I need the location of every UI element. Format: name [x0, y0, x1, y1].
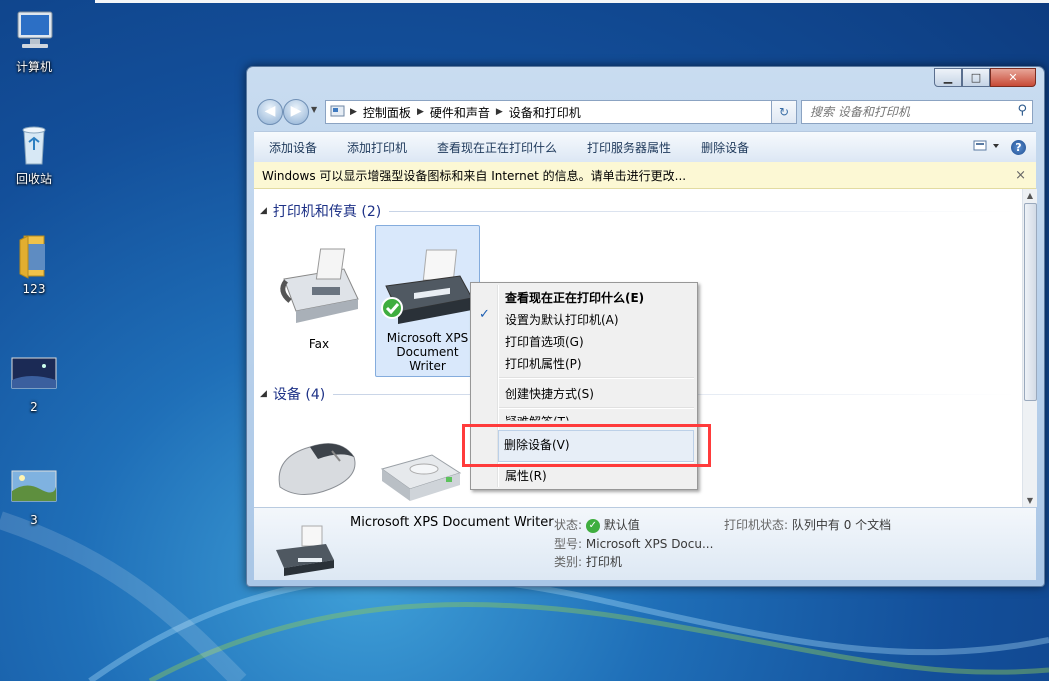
scroll-thumb[interactable]: [1024, 203, 1037, 401]
device-mouse[interactable]: [270, 417, 370, 507]
print-server-properties-button[interactable]: 打印服务器属性: [572, 139, 686, 156]
see-whats-printing-button[interactable]: 查看现在正在打印什么: [422, 139, 572, 156]
breadcrumb-separator-icon[interactable]: ▶: [350, 107, 357, 117]
address-bar[interactable]: ▶ 控制面板 ▶ 硬件和声音 ▶ 设备和打印机 ▼: [325, 100, 789, 124]
menu-item-set-default-printer[interactable]: 设置为默认打印机(A): [505, 311, 619, 328]
desktop-icon-recycle-bin[interactable]: 回收站: [0, 120, 68, 187]
status-value: 默认值: [603, 518, 640, 532]
fax-icon: [280, 248, 359, 323]
control-panel-icon: [326, 104, 350, 121]
desktop-icon-image-2[interactable]: 2: [0, 350, 68, 414]
menu-item-properties[interactable]: 属性(R): [505, 467, 547, 484]
printer-icon: [380, 249, 473, 324]
recycle-bin-icon: [10, 120, 58, 168]
device-label-line: Microsoft XPS: [386, 331, 469, 345]
back-button[interactable]: ◀: [257, 99, 283, 125]
details-device-name: Microsoft XPS Document Writer: [350, 515, 554, 530]
scroll-down-icon[interactable]: ▼: [1023, 496, 1037, 505]
status-key: 状态:: [554, 518, 583, 532]
category-value: 打印机: [585, 555, 622, 569]
collapse-triangle-icon[interactable]: ◢: [260, 206, 267, 216]
minimize-button[interactable]: ▁: [934, 68, 962, 87]
command-bar: 添加设备 添加打印机 查看现在正在打印什么 打印服务器属性 删除设备 ?: [254, 131, 1036, 163]
breadcrumb-separator-icon[interactable]: ▶: [417, 107, 424, 117]
menu-separator: [499, 407, 694, 409]
help-icon[interactable]: ?: [1011, 139, 1026, 155]
details-category: 类别: 打印机: [554, 553, 622, 570]
remove-device-button[interactable]: 删除设备: [686, 139, 764, 156]
device-label-line: Writer: [409, 359, 446, 373]
address-row: ◀ ▶ ▼ ▶ 控制面板 ▶ 硬件和声音 ▶ 设备和打印机 ▼ ↻ ⚲: [255, 97, 1036, 125]
folder-icon: [10, 232, 58, 280]
close-button[interactable]: ✕: [990, 68, 1036, 87]
printer-status-key: 打印机状态:: [724, 518, 789, 532]
view-options-icon[interactable]: [973, 140, 1001, 155]
scroll-up-icon[interactable]: ▲: [1023, 191, 1037, 200]
menu-item-remove-device[interactable]: 删除设备(V): [504, 436, 570, 453]
menu-item-printing-preferences[interactable]: 打印首选项(G): [505, 333, 584, 350]
desktop-icon-label: 3: [30, 513, 38, 527]
image-thumbnail-icon: [10, 350, 58, 398]
add-printer-button[interactable]: 添加打印机: [332, 139, 422, 156]
details-model: 型号: Microsoft XPS Docu...: [554, 535, 713, 552]
breadcrumb-control-panel[interactable]: 控制面板: [357, 104, 417, 121]
category-key: 类别:: [554, 555, 583, 569]
recent-pages-dropdown[interactable]: ▼: [311, 105, 317, 114]
search-input[interactable]: [802, 101, 1012, 123]
top-edge-strip: [95, 0, 1049, 3]
device-fax[interactable]: Fax: [274, 239, 364, 359]
vertical-scrollbar[interactable]: ▲ ▼: [1022, 189, 1037, 507]
device-microsoft-xps-document-writer[interactable]: Microsoft XPS Document Writer: [375, 225, 480, 377]
printer-status-value: 队列中有 0 个文档: [791, 518, 892, 532]
details-pane: Microsoft XPS Document Writer 状态: ✓ 默认值 …: [254, 507, 1036, 580]
model-value: Microsoft XPS Docu...: [585, 537, 714, 551]
model-key: 型号:: [554, 537, 583, 551]
refresh-button[interactable]: ↻: [771, 100, 797, 124]
status-check-icon: ✓: [585, 518, 600, 533]
desktop-icon-image-3[interactable]: 3: [0, 463, 68, 527]
breadcrumb-hardware-and-sound[interactable]: 硬件和声音: [424, 104, 496, 121]
group-title: 设备 (4): [272, 387, 326, 403]
device-label-line: Document: [396, 345, 459, 359]
desktop-icon-computer[interactable]: 计算机: [0, 8, 68, 75]
menu-item-create-shortcut[interactable]: 创建快捷方式(S): [505, 385, 594, 402]
device-label: Fax: [308, 337, 330, 351]
group-header-printers[interactable]: ◢ 打印机和传真 (2): [260, 201, 1016, 221]
menu-item-printer-properties[interactable]: 打印机属性(P): [505, 355, 582, 372]
menu-item-see-whats-printing[interactable]: 查看现在正在打印什么(E): [505, 289, 644, 306]
group-divider: [389, 210, 1016, 212]
details-status: 状态: ✓ 默认值: [554, 516, 640, 533]
info-bar-text: Windows 可以显示增强型设备图标和来自 Internet 的信息。请单击进…: [262, 168, 687, 183]
window-controls: ▁ □ ✕: [934, 68, 1036, 87]
desktop-icon-label: 回收站: [15, 172, 52, 186]
desktop-icon-label: 123: [22, 282, 46, 296]
breadcrumb-separator-icon[interactable]: ▶: [496, 107, 503, 117]
add-device-button[interactable]: 添加设备: [254, 139, 332, 156]
collapse-triangle-icon[interactable]: ◢: [260, 389, 267, 399]
image-thumbnail-icon: [10, 463, 58, 511]
forward-button[interactable]: ▶: [283, 99, 309, 125]
details-printer-icon: [272, 522, 338, 581]
breadcrumb-devices-and-printers[interactable]: 设备和打印机: [503, 104, 587, 121]
desktop-icon-label: 2: [30, 400, 38, 414]
search-icon[interactable]: ⚲: [1017, 103, 1027, 118]
highlight-annotation-box: [462, 424, 711, 467]
computer-icon: [10, 8, 58, 56]
info-bar-close-icon[interactable]: ×: [1015, 168, 1036, 183]
group-title: 打印机和传真 (2): [272, 204, 382, 220]
desktop-icon-folder-123[interactable]: 123: [0, 232, 68, 296]
mouse-icon: [278, 443, 356, 495]
menu-separator: [499, 377, 694, 379]
hard-drive-icon: [380, 454, 462, 501]
checkmark-icon: ✓: [479, 307, 490, 322]
default-check-icon: [380, 297, 403, 319]
details-printer-status: 打印机状态: 队列中有 0 个文档: [724, 516, 891, 533]
info-bar[interactable]: Windows 可以显示增强型设备图标和来自 Internet 的信息。请单击进…: [254, 162, 1036, 189]
search-box[interactable]: ⚲: [801, 100, 1033, 124]
device-drive[interactable]: [376, 429, 466, 507]
maximize-button[interactable]: □: [962, 68, 990, 87]
desktop-icon-label: 计算机: [15, 60, 52, 74]
